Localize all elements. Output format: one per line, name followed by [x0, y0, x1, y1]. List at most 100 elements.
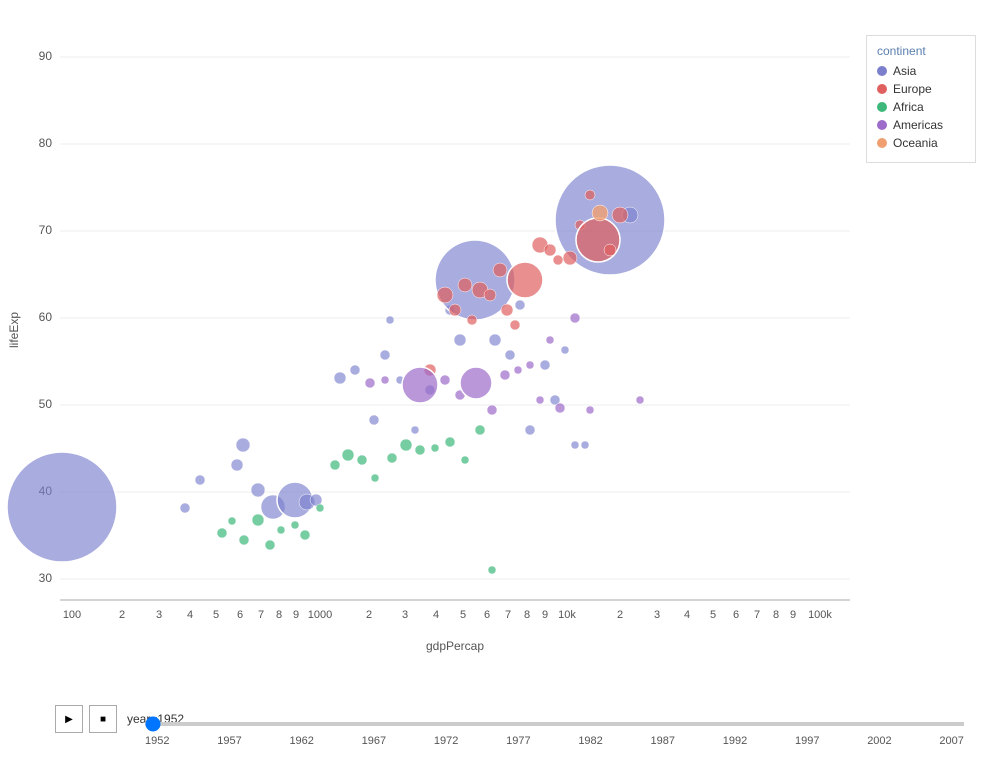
x-tick-2b: 2 [366, 609, 372, 621]
bubble-88[interactable] [570, 313, 580, 323]
bubble-85[interactable] [555, 403, 565, 413]
bubble-87[interactable] [636, 396, 644, 404]
bubble-36[interactable] [467, 315, 477, 325]
year-slider[interactable] [145, 722, 964, 726]
bubble-38[interactable] [484, 289, 496, 301]
legend-dot-europe [877, 84, 887, 94]
bubble-79[interactable] [487, 405, 497, 415]
y-tick-90: 90 [39, 49, 53, 63]
slider-label-1987: 1987 [651, 735, 675, 747]
bubble-57[interactable] [277, 526, 285, 534]
bubble-10[interactable] [334, 372, 346, 384]
slider-label-1962: 1962 [289, 735, 313, 747]
bubble-89[interactable] [592, 205, 608, 221]
bubble-33[interactable] [437, 287, 453, 303]
bubble-80[interactable] [500, 370, 510, 380]
bubble-75[interactable] [402, 367, 438, 403]
bubble-46[interactable] [563, 251, 577, 265]
legend-dot-americas [877, 120, 887, 130]
bubble-82[interactable] [526, 361, 534, 369]
bubble-19[interactable] [454, 334, 466, 346]
bubble-24[interactable] [525, 425, 535, 435]
bubble-68[interactable] [431, 444, 439, 452]
x-tick-4a: 4 [187, 609, 193, 621]
bubble-29[interactable] [581, 441, 589, 449]
bubble-64[interactable] [371, 474, 379, 482]
bubble-34[interactable] [449, 304, 461, 316]
bubble-84[interactable] [546, 336, 554, 344]
play-button[interactable]: ▶ [55, 705, 83, 733]
bubble-11[interactable] [350, 365, 360, 375]
x-tick-7b: 7 [505, 609, 511, 621]
bubble-27[interactable] [561, 346, 569, 354]
bubble-44[interactable] [544, 244, 556, 256]
x-tick-6c: 6 [733, 609, 739, 621]
bubble-28[interactable] [571, 441, 579, 449]
bubble-61[interactable] [330, 460, 340, 470]
bubble-0[interactable] [7, 452, 117, 562]
bubble-41[interactable] [510, 320, 520, 330]
bubble-67[interactable] [415, 445, 425, 455]
stop-button[interactable]: ■ [89, 705, 117, 733]
bubble-35[interactable] [458, 278, 472, 292]
bubble-71[interactable] [475, 425, 485, 435]
bubble-23[interactable] [515, 300, 525, 310]
bubble-78[interactable] [460, 367, 492, 399]
bubble-7[interactable] [236, 438, 250, 452]
bubble-59[interactable] [300, 530, 310, 540]
bubble-14[interactable] [386, 316, 394, 324]
x-tick-2a: 2 [119, 609, 125, 621]
bubble-55[interactable] [252, 514, 264, 526]
bubble-86[interactable] [586, 406, 594, 414]
x-tick-3a: 3 [156, 609, 162, 621]
bubble-8[interactable] [195, 475, 205, 485]
bubble-42[interactable] [507, 262, 543, 298]
bubble-12[interactable] [369, 415, 379, 425]
x-tick-9b: 9 [542, 609, 548, 621]
y-tick-30: 30 [39, 571, 53, 585]
bubble-52[interactable] [217, 528, 227, 538]
bubble-74[interactable] [381, 376, 389, 384]
bubble-51[interactable] [612, 207, 628, 223]
bubble-83[interactable] [536, 396, 544, 404]
slider-label-1977: 1977 [506, 735, 530, 747]
x-tick-7c: 7 [754, 609, 760, 621]
x-tick-7a: 7 [258, 609, 264, 621]
bubble-53[interactable] [228, 517, 236, 525]
bubble-49[interactable] [576, 218, 620, 262]
bubbles-group [7, 165, 665, 574]
bubble-54[interactable] [239, 535, 249, 545]
legend-dot-asia [877, 66, 887, 76]
bubble-22[interactable] [505, 350, 515, 360]
bubble-63[interactable] [357, 455, 367, 465]
bubble-40[interactable] [501, 304, 513, 316]
slider-label-1952: 1952 [145, 735, 169, 747]
bubble-21[interactable] [489, 334, 501, 346]
bubble-72[interactable] [488, 566, 496, 574]
bubble-39[interactable] [493, 263, 507, 277]
bubble-65[interactable] [387, 453, 397, 463]
bubble-45[interactable] [553, 255, 563, 265]
bubble-70[interactable] [461, 456, 469, 464]
bubble-56[interactable] [265, 540, 275, 550]
bubble-81[interactable] [514, 366, 522, 374]
legend-label-americas: Americas [893, 118, 943, 132]
bubble-9[interactable] [180, 503, 190, 513]
bubble-16[interactable] [411, 426, 419, 434]
x-tick-4b: 4 [433, 609, 439, 621]
bubble-60[interactable] [316, 504, 324, 512]
bubble-66[interactable] [400, 439, 412, 451]
x-tick-4c: 4 [684, 609, 690, 621]
bubble-25[interactable] [540, 360, 550, 370]
bubble-58[interactable] [291, 521, 299, 529]
bubble-73[interactable] [365, 378, 375, 388]
slider-label-2002: 2002 [867, 735, 891, 747]
bubble-6[interactable] [231, 459, 243, 471]
bubble-5[interactable] [251, 483, 265, 497]
bubble-13[interactable] [380, 350, 390, 360]
bubble-69[interactable] [445, 437, 455, 447]
bubble-76[interactable] [440, 375, 450, 385]
bubble-48[interactable] [585, 190, 595, 200]
bubble-50[interactable] [604, 244, 616, 256]
bubble-62[interactable] [342, 449, 354, 461]
